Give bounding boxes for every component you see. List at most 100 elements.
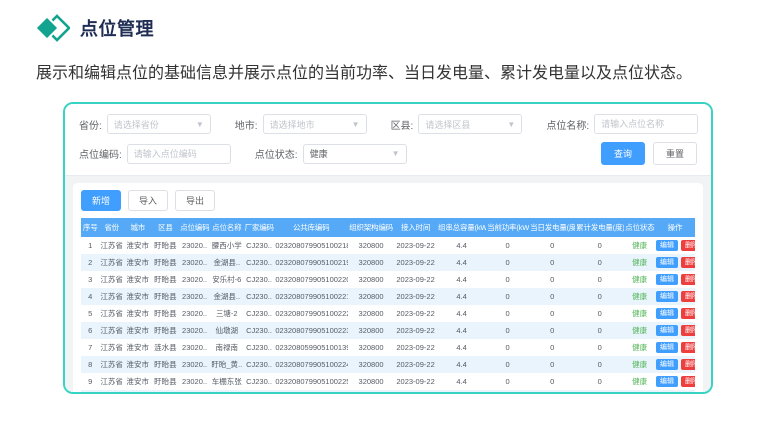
delete-button[interactable]: 删除: [681, 342, 695, 353]
filter-row-1: 省份: 请选择省份 ▼ 地市: 请选择地市 ▼ 区县: 请选择区县 ▼: [79, 114, 697, 134]
table-cell: 0: [575, 288, 624, 305]
edit-button[interactable]: 编辑: [656, 308, 678, 319]
table-card: 新增 导入 导出 序号省份城市区县点位编码点位名称厂家编码公共库编码组织架构编码…: [73, 183, 703, 394]
delete-button[interactable]: 删除: [681, 308, 695, 319]
point-name-input[interactable]: [594, 114, 698, 134]
column-header: 点位状态: [624, 218, 655, 237]
edit-button[interactable]: 编辑: [656, 359, 678, 370]
table-cell: 320800: [348, 271, 394, 288]
table-cell: CJ230..: [244, 390, 275, 394]
province-select[interactable]: 请选择省份 ▼: [107, 114, 211, 134]
delete-button[interactable]: 删除: [681, 325, 695, 336]
import-button[interactable]: 导入: [128, 190, 168, 211]
table-cell: 4.4: [437, 237, 486, 254]
table-cell: 仙墩湖: [210, 322, 244, 339]
table-cell: 4.4: [437, 356, 486, 373]
edit-button[interactable]: 编辑: [656, 325, 678, 336]
delete-button[interactable]: 删除: [681, 240, 695, 251]
filter-area: 省份: 请选择省份 ▼ 地市: 请选择地市 ▼ 区县: 请选择区县 ▼: [65, 104, 711, 175]
delete-button[interactable]: 删除: [681, 274, 695, 285]
table-cell: 淮安市: [124, 322, 152, 339]
district-select[interactable]: 请选择区县 ▼: [418, 114, 522, 134]
table-cell: 023208079905100219: [274, 254, 348, 271]
add-button[interactable]: 新增: [81, 190, 121, 211]
table-cell: 023208079905100225: [274, 373, 348, 390]
table-cell: 23020..: [179, 305, 210, 322]
export-button[interactable]: 导出: [175, 190, 215, 211]
edit-button[interactable]: 编辑: [656, 376, 678, 387]
table-cell: 023208079905100218: [274, 237, 348, 254]
table-cell: 0: [575, 271, 624, 288]
column-header: 组织架构编码: [348, 218, 394, 237]
point-status-select[interactable]: 健康 ▼: [303, 144, 407, 164]
chevron-down-icon: ▼: [196, 120, 204, 129]
table-cell: 南禄南: [210, 339, 244, 356]
status-cell: 健康: [624, 390, 655, 394]
table-cell: 320800: [348, 305, 394, 322]
table-cell: 金湖县..: [210, 254, 244, 271]
status-cell: 健康: [624, 322, 655, 339]
delete-button[interactable]: 删除: [681, 359, 695, 370]
delete-button[interactable]: 删除: [681, 291, 695, 302]
table-cell: 4.4: [437, 390, 486, 394]
table-cell: 0: [529, 322, 575, 339]
search-button[interactable]: 查询: [601, 142, 645, 165]
point-code-input[interactable]: [127, 144, 231, 164]
table-cell: 2023-09-22: [394, 305, 437, 322]
table-section: 新增 导入 导出 序号省份城市区县点位编码点位名称厂家编码公共库编码组织架构编码…: [65, 175, 711, 394]
table-cell: 0: [529, 254, 575, 271]
table-row: 7江苏省淮安市涟水县23020..南禄南CJ230..0232080599051…: [81, 339, 695, 356]
table-row: 10江苏省淮安市淮阴县23020..合心庄CJ230..023208029905…: [81, 390, 695, 394]
city-select[interactable]: 请选择地市 ▼: [263, 114, 367, 134]
table-cell: 320800: [348, 237, 394, 254]
table-cell: 盱眙县: [152, 356, 180, 373]
delete-button[interactable]: 删除: [681, 257, 695, 268]
table-cell: 4.4: [437, 305, 486, 322]
table-cell: 10: [81, 390, 99, 394]
table-cell: 江苏省: [99, 356, 124, 373]
table-cell: 江苏省: [99, 305, 124, 322]
table-cell: 23020..: [179, 339, 210, 356]
table-cell: 安乐村-6: [210, 271, 244, 288]
table-cell: 涟水县: [152, 339, 180, 356]
city-label: 地市:: [235, 117, 258, 132]
table-cell: CJ230..: [244, 356, 275, 373]
edit-button[interactable]: 编辑: [656, 274, 678, 285]
table-cell: 江苏省: [99, 373, 124, 390]
table-cell: CJ230..: [244, 271, 275, 288]
table-cell: 0: [486, 305, 529, 322]
table-cell: CJ230..: [244, 305, 275, 322]
delete-button[interactable]: 删除: [681, 376, 695, 387]
table-cell: 4.4: [437, 373, 486, 390]
filter-point-code: 点位编码:: [79, 144, 231, 164]
edit-button[interactable]: 编辑: [656, 240, 678, 251]
table-cell: 0: [486, 390, 529, 394]
table-row: 2江苏省淮安市盱眙县23020..金湖县..CJ230..02320807990…: [81, 254, 695, 271]
delete-button[interactable]: 删除: [681, 393, 695, 394]
table-cell: 江苏省: [99, 271, 124, 288]
edit-button[interactable]: 编辑: [656, 342, 678, 353]
filter-city: 地市: 请选择地市 ▼: [235, 114, 367, 134]
table-cell: 0: [486, 339, 529, 356]
edit-button[interactable]: 编辑: [656, 393, 678, 394]
table-cell: 江苏省: [99, 237, 124, 254]
table-cell: 淮安市: [124, 288, 152, 305]
page-description: 展示和编辑点位的基础信息并展示点位的当前功率、当日发电量、累计发电量以及点位状态…: [0, 44, 760, 90]
status-cell: 健康: [624, 237, 655, 254]
table-cell: 2023-09-22: [394, 339, 437, 356]
column-header: 序号: [81, 218, 99, 237]
actions-cell: 编辑删除: [655, 339, 695, 356]
province-placeholder: 请选择省份: [114, 118, 159, 131]
table-cell: 0: [486, 356, 529, 373]
table-cell: 0: [529, 271, 575, 288]
actions-cell: 编辑删除: [655, 288, 695, 305]
table-cell: 320800: [348, 288, 394, 305]
edit-button[interactable]: 编辑: [656, 291, 678, 302]
table-cell: 盱眙县: [152, 237, 180, 254]
table-cell: 0: [529, 237, 575, 254]
table-cell: 0: [575, 339, 624, 356]
table-cell: 盱眙县: [152, 288, 180, 305]
edit-button[interactable]: 编辑: [656, 257, 678, 268]
reset-button[interactable]: 重置: [653, 142, 697, 165]
column-header: 厂家编码: [244, 218, 275, 237]
